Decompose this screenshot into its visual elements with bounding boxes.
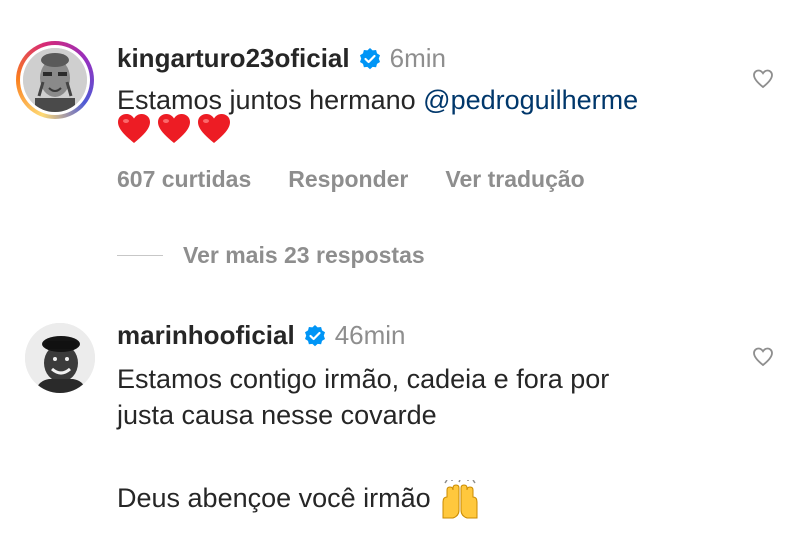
heart-emoji-icon [158, 114, 190, 143]
heart-emoji-icon [118, 114, 150, 143]
comments-thread: kingarturo23oficial 6min Estamos juntos … [0, 0, 799, 535]
heart-emojis [117, 113, 231, 145]
comment-text-line: Deus abençoe você irmão [117, 478, 481, 520]
username[interactable]: kingarturo23oficial [117, 43, 350, 74]
username[interactable]: marinhooficial [117, 320, 295, 351]
like-heart-outline-icon[interactable] [752, 346, 774, 368]
avatar-kingarturo23oficial[interactable] [23, 48, 87, 112]
comment-text: Deus abençoe você irmão [117, 483, 431, 514]
verified-badge-icon [359, 47, 380, 69]
heart-emoji-icon [198, 114, 230, 143]
comment-time: 6min [389, 43, 446, 73]
comment-text-line: Estamos contigo irmão, cadeia e fora por [117, 364, 610, 394]
view-more-replies-label[interactable]: Ver mais 23 respostas [183, 242, 425, 269]
comment-text-line: justa causa nesse covarde [117, 400, 437, 430]
raising-hands-emoji-icon [442, 478, 478, 519]
divider-line [117, 255, 163, 256]
comment-actions: 607 curtidas Responder Ver tradução [117, 166, 622, 193]
likes-count[interactable]: 607 curtidas [117, 166, 251, 193]
like-heart-outline-icon[interactable] [752, 68, 774, 90]
comment-header: marinhooficial 46min [117, 320, 406, 351]
comment-time: 46min [334, 320, 406, 350]
avatar-marinhooficial[interactable] [25, 323, 95, 393]
mention-link[interactable]: @pedroguilherme [423, 85, 638, 115]
comment-header: kingarturo23oficial 6min [117, 43, 446, 74]
reply-button[interactable]: Responder [288, 166, 408, 193]
view-more-replies[interactable]: Ver mais 23 respostas [117, 242, 425, 269]
verified-badge-icon [304, 324, 325, 346]
comment-text: Estamos juntos hermano [117, 85, 424, 115]
translate-button[interactable]: Ver tradução [445, 166, 584, 193]
